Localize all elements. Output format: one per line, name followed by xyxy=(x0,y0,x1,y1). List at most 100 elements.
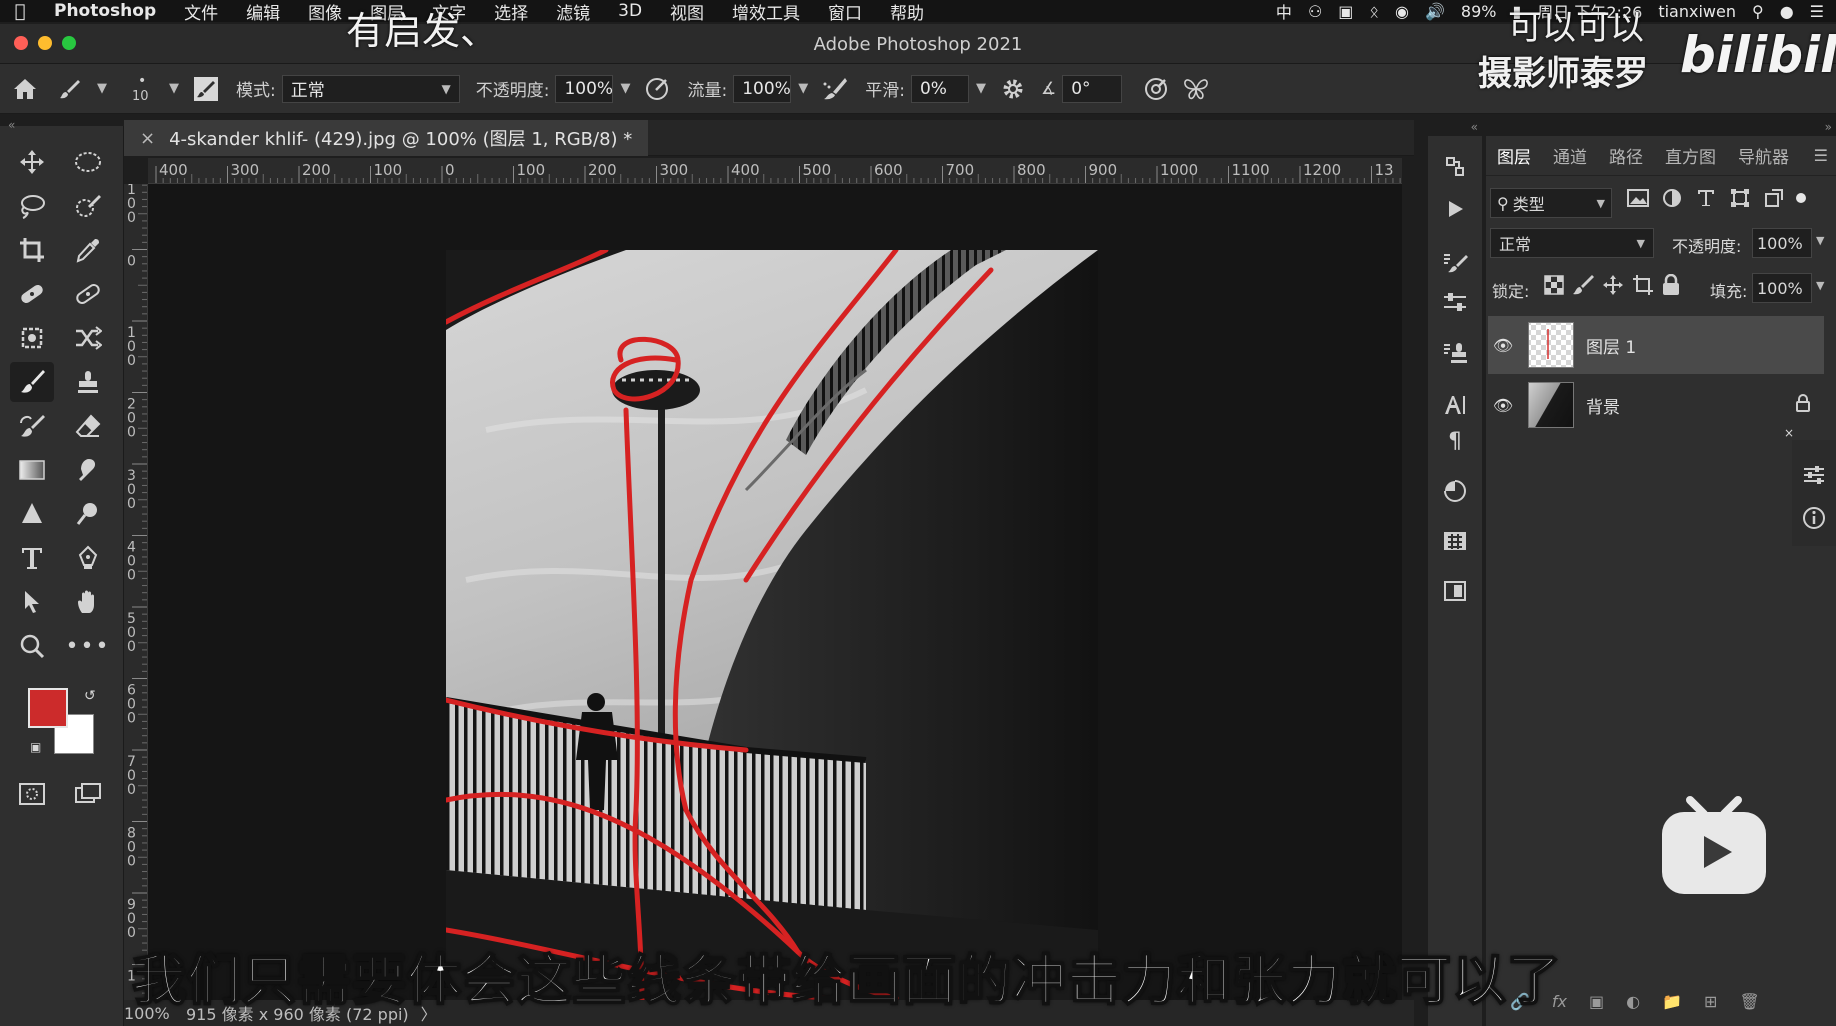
brush-angle-input[interactable]: 0° xyxy=(1062,74,1123,103)
fill-input[interactable]: 100% xyxy=(1752,273,1812,303)
apple-menu-icon[interactable]:  xyxy=(0,1,40,22)
panel-menu-icon[interactable]: ☰ xyxy=(1814,146,1828,165)
menu-file[interactable]: 文件 xyxy=(170,0,232,24)
chevron-down-icon[interactable]: ▼ xyxy=(1816,279,1824,292)
quick-mask-icon[interactable] xyxy=(10,774,54,814)
layer-row-layer1[interactable]: 👁 图层 1 xyxy=(1488,316,1824,374)
brushes-panel-icon[interactable] xyxy=(1428,242,1482,284)
gradient-tool-icon[interactable] xyxy=(10,450,54,490)
smoothing-input[interactable]: 0% xyxy=(910,74,969,103)
accessibility-icon[interactable]: ⚇ xyxy=(1308,2,1322,21)
foreground-color-swatch[interactable] xyxy=(28,688,68,728)
wifi-icon[interactable]: ◉ xyxy=(1395,2,1409,21)
tab-paths[interactable]: 路径 xyxy=(1598,143,1654,168)
canvas-photo[interactable] xyxy=(446,250,1098,1000)
tab-layers[interactable]: 图层 xyxy=(1486,143,1542,168)
lock-artboard-icon[interactable] xyxy=(1632,274,1654,300)
close-tab-icon[interactable]: × xyxy=(140,128,155,149)
close-icon[interactable]: × xyxy=(1784,426,1794,440)
document-canvas[interactable] xyxy=(148,184,1402,1000)
zoom-tool-icon[interactable] xyxy=(10,626,54,666)
lock-icon[interactable] xyxy=(1796,393,1810,417)
menu-plugins[interactable]: 增效工具 xyxy=(718,0,814,24)
type-tool-icon[interactable] xyxy=(10,538,54,578)
smudge-tool-icon[interactable] xyxy=(66,450,110,490)
artboard-panel-icon[interactable] xyxy=(1428,570,1482,612)
chevron-down-icon[interactable]: ▼ xyxy=(1816,234,1824,247)
brush-size-picker[interactable]: • 10 xyxy=(122,69,162,109)
content-aware-move-icon[interactable] xyxy=(10,318,54,358)
menu-window[interactable]: 窗口 xyxy=(814,0,876,24)
visibility-eye-icon[interactable]: 👁 xyxy=(1488,396,1518,415)
layer-name[interactable]: 背景 xyxy=(1586,393,1620,418)
adjustment-layer-icon[interactable]: ◐ xyxy=(1626,992,1640,1011)
document-tab[interactable]: × 4-skander khlif- (429).jpg @ 100% (图层 … xyxy=(124,120,649,156)
chevron-down-icon[interactable]: ▼ xyxy=(969,75,993,103)
lock-transparent-pixels-icon[interactable] xyxy=(1544,275,1564,299)
new-group-icon[interactable]: 📁 xyxy=(1662,992,1682,1011)
move-tool-icon[interactable] xyxy=(10,142,54,182)
filter-pixel-icon[interactable] xyxy=(1626,186,1650,210)
pressure-size-icon[interactable] xyxy=(1136,69,1176,109)
flow-input[interactable]: 100% xyxy=(733,74,792,103)
display-icon[interactable]: ▣ xyxy=(1338,2,1353,21)
horizontal-ruler[interactable]: 400 300 200 100 0 100 200 300 400 500 600 700 800 900… xyxy=(148,158,1402,184)
filter-toggle[interactable] xyxy=(1796,186,1810,210)
menu-app-name[interactable]: Photoshop xyxy=(40,1,170,21)
symmetry-butterfly-icon[interactable] xyxy=(1176,69,1216,109)
lock-image-pixels-icon[interactable] xyxy=(1572,274,1594,300)
spot-healing-brush-icon[interactable] xyxy=(10,274,54,314)
dodge-tool-icon[interactable] xyxy=(66,494,110,534)
tab-channels[interactable]: 通道 xyxy=(1542,143,1598,168)
healing-brush-icon[interactable] xyxy=(66,274,110,314)
filter-smart-object-icon[interactable] xyxy=(1762,186,1786,210)
filter-adjustment-icon[interactable] xyxy=(1660,186,1684,210)
lock-all-icon[interactable] xyxy=(1662,273,1680,300)
shuffle-icon[interactable] xyxy=(66,318,110,358)
chevron-down-icon[interactable]: ▼ xyxy=(791,75,815,103)
user-name[interactable]: tianxiwen xyxy=(1658,2,1736,21)
gear-icon[interactable] xyxy=(993,69,1033,109)
screen-mode-icon[interactable] xyxy=(66,774,110,814)
siri-icon[interactable]: ● xyxy=(1780,2,1794,21)
chevron-down-icon[interactable]: ▼ xyxy=(613,75,637,103)
pen-tool-icon[interactable] xyxy=(66,538,110,578)
filter-shape-icon[interactable] xyxy=(1728,186,1752,210)
brush-preset-icon[interactable] xyxy=(50,69,90,109)
pressure-opacity-icon[interactable] xyxy=(637,69,677,109)
vertical-ruler[interactable]: 10001002003004005006007008009001 xyxy=(124,184,148,1000)
path-selection-tool-icon[interactable] xyxy=(10,582,54,622)
panel-collapse-icon[interactable]: « xyxy=(1471,120,1478,134)
visibility-eye-icon[interactable]: 👁 xyxy=(1488,336,1518,355)
tab-histogram[interactable]: 直方图 xyxy=(1654,143,1727,168)
spotlight-search-icon[interactable]: ⚲ xyxy=(1752,2,1764,21)
layer-opacity-input[interactable]: 100% xyxy=(1752,228,1812,258)
eyedropper-tool-icon[interactable] xyxy=(66,230,110,270)
adjust-sliders-icon[interactable] xyxy=(1428,282,1482,324)
swap-colors-icon[interactable]: ↺ xyxy=(84,688,96,704)
ellipse-marquee-tool-icon[interactable] xyxy=(66,142,110,182)
airbrush-icon[interactable] xyxy=(815,69,855,109)
default-colors-icon[interactable]: ▣ xyxy=(30,740,41,754)
control-center-icon[interactable]: ☰ xyxy=(1810,2,1824,21)
input-method-indicator[interactable]: 中 xyxy=(1276,0,1292,23)
eraser-tool-icon[interactable] xyxy=(66,406,110,446)
panel-collapse-icon[interactable]: « xyxy=(8,118,15,132)
menu-edit[interactable]: 编辑 xyxy=(232,0,294,24)
glyphs-panel-icon[interactable] xyxy=(1428,520,1482,562)
volume-icon[interactable]: 🔊 xyxy=(1425,2,1445,21)
home-icon[interactable] xyxy=(0,69,50,109)
blend-mode-select[interactable]: 正常 ▼ xyxy=(281,74,460,103)
menu-filter[interactable]: 滤镜 xyxy=(542,0,604,24)
clone-stamp-tool-icon[interactable] xyxy=(66,362,110,402)
blur-tool-icon[interactable] xyxy=(10,494,54,534)
brush-settings-panel-icon[interactable] xyxy=(186,69,226,109)
layer-name[interactable]: 图层 1 xyxy=(1586,333,1636,358)
hand-tool-icon[interactable] xyxy=(66,582,110,622)
lock-position-icon[interactable] xyxy=(1602,274,1624,300)
brush-tool-icon[interactable] xyxy=(10,362,54,402)
layer-filter-select[interactable]: ⚲ 类型 ▼ xyxy=(1490,188,1612,218)
history-brush-icon[interactable] xyxy=(10,406,54,446)
properties-sliders-icon[interactable] xyxy=(1802,464,1826,490)
clone-source-icon[interactable] xyxy=(1428,332,1482,374)
